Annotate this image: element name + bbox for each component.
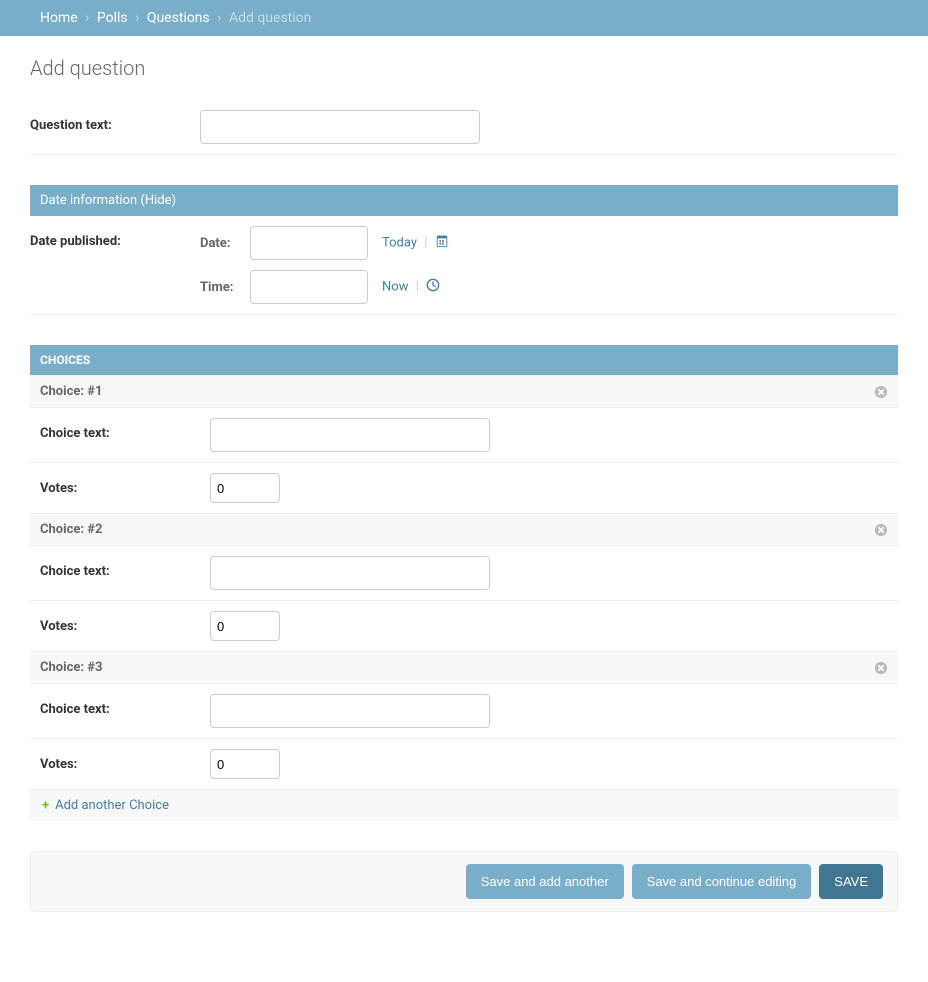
inline-item-title: Choice: #3 [40, 660, 102, 675]
content: Add question Question text: Date informa… [0, 36, 928, 932]
input-choice-text[interactable] [210, 694, 490, 728]
input-choice-text[interactable] [210, 556, 490, 590]
pipe: | [416, 279, 419, 294]
row-choice-text: Choice text: [30, 408, 898, 463]
fieldset-date-toggle[interactable]: (Hide) [140, 193, 176, 208]
calendar-icon[interactable] [435, 234, 449, 252]
label-votes: Votes: [40, 749, 210, 772]
label-votes: Votes: [40, 473, 210, 496]
inline-item-1: Choice: #1 Choice text: Votes: [30, 375, 898, 513]
inline-item-title: Choice: #1 [40, 384, 102, 399]
breadcrumb-questions[interactable]: Questions [147, 10, 210, 26]
label-choice-text: Choice text: [40, 418, 210, 441]
delete-icon[interactable] [874, 385, 888, 399]
inline-item-header: Choice: #3 [30, 651, 898, 684]
inline-item-3: Choice: #3 Choice text: Votes: [30, 651, 898, 789]
breadcrumb-polls[interactable]: Polls [97, 10, 128, 26]
input-votes[interactable] [210, 611, 280, 641]
breadcrumb-sep: › [135, 10, 139, 26]
row-choice-text: Choice text: [30, 546, 898, 601]
delete-icon[interactable] [874, 661, 888, 675]
input-question-text[interactable] [200, 110, 480, 144]
label-date-published: Date published: [30, 226, 200, 249]
submit-row: Save and add another Save and continue e… [30, 851, 898, 912]
date-row: Date: Today | [200, 226, 898, 260]
row-date-published: Date published: Date: Today | Time: [30, 216, 898, 314]
label-choice-text: Choice text: [40, 556, 210, 579]
breadcrumb-sep: › [217, 10, 221, 26]
inline-item-2: Choice: #2 Choice text: Votes: [30, 513, 898, 651]
today-link[interactable]: Today [382, 235, 417, 250]
fieldset-date-info: Date information (Hide) Date published: … [30, 185, 898, 315]
add-row: + Add another Choice [30, 789, 898, 821]
plus-icon: + [42, 798, 49, 813]
fieldset-main: Question text: [30, 100, 898, 155]
now-link[interactable]: Now [382, 279, 408, 294]
label-choice-text: Choice text: [40, 694, 210, 717]
input-date[interactable] [250, 226, 368, 260]
inline-item-header: Choice: #2 [30, 513, 898, 546]
breadcrumb-sep: › [85, 10, 89, 26]
inline-choices-header: Choices [30, 345, 898, 375]
delete-icon[interactable] [874, 523, 888, 537]
input-votes[interactable] [210, 749, 280, 779]
breadcrumb: Home › Polls › Questions › Add question [0, 0, 928, 36]
sublabel-time: Time: [200, 280, 236, 295]
add-another-choice-link[interactable]: + Add another Choice [42, 798, 169, 813]
input-time[interactable] [250, 270, 368, 304]
breadcrumb-home[interactable]: Home [40, 10, 78, 26]
pipe: | [424, 235, 427, 250]
row-question-text: Question text: [30, 100, 898, 154]
inline-item-title: Choice: #2 [40, 522, 102, 537]
label-question-text: Question text: [30, 110, 200, 133]
clock-icon[interactable] [426, 278, 440, 296]
input-choice-text[interactable] [210, 418, 490, 452]
sublabel-date: Date: [200, 236, 236, 251]
label-votes: Votes: [40, 611, 210, 634]
inline-choices: Choices Choice: #1 Choice text: Votes: [30, 345, 898, 821]
inline-item-header: Choice: #1 [30, 375, 898, 408]
save-button[interactable]: SAVE [819, 864, 883, 899]
fieldset-date-title: Date information [40, 193, 137, 208]
save-add-another-button[interactable]: Save and add another [466, 864, 624, 899]
row-votes: Votes: [30, 601, 898, 651]
fieldset-date-header: Date information (Hide) [30, 185, 898, 216]
time-row: Time: Now | [200, 270, 898, 304]
row-votes: Votes: [30, 463, 898, 513]
time-shortcuts: Now | [382, 278, 440, 296]
input-votes[interactable] [210, 473, 280, 503]
row-choice-text: Choice text: [30, 684, 898, 739]
page-title: Add question [30, 56, 898, 80]
save-continue-button[interactable]: Save and continue editing [632, 864, 812, 899]
row-votes: Votes: [30, 739, 898, 789]
date-shortcuts: Today | [382, 234, 449, 252]
breadcrumb-current: Add question [229, 10, 311, 26]
add-another-label: Add another Choice [55, 798, 169, 813]
